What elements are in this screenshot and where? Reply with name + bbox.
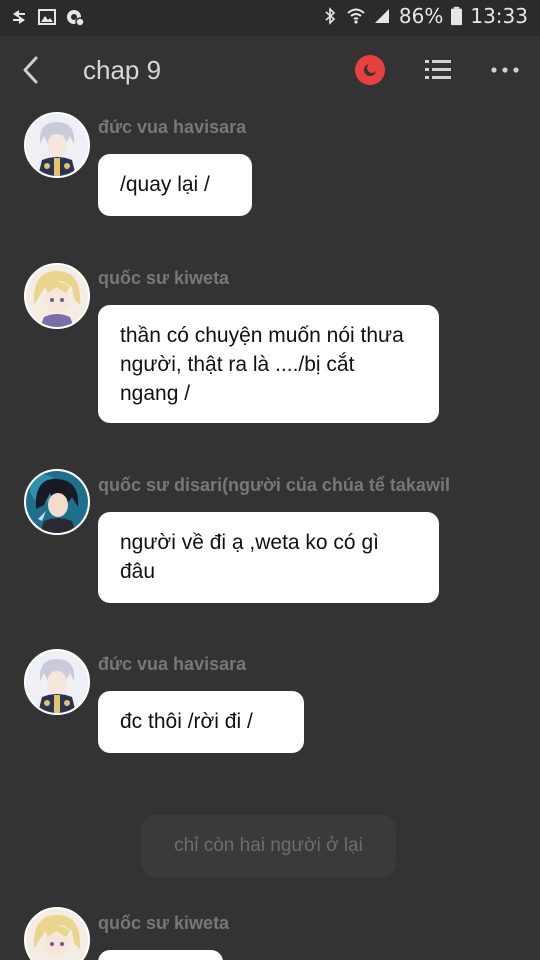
sender-name: quốc sư kiweta bbox=[98, 268, 230, 288]
record-icon bbox=[364, 63, 377, 76]
sender-name: đức vua havisara bbox=[98, 117, 247, 137]
avatar[interactable] bbox=[24, 649, 90, 715]
page-title: chap 9 bbox=[83, 55, 162, 85]
message-bubble[interactable] bbox=[98, 950, 223, 960]
more-options-icon[interactable] bbox=[490, 56, 520, 84]
image-icon bbox=[38, 9, 56, 25]
record-button[interactable] bbox=[355, 55, 385, 85]
sender-name: đức vua havisara bbox=[98, 654, 247, 674]
avatar[interactable] bbox=[24, 263, 90, 329]
status-right-icons: 86% 13:33 bbox=[321, 4, 528, 28]
avatar[interactable] bbox=[24, 112, 90, 178]
clock: 13:33 bbox=[470, 4, 528, 28]
signal-icon bbox=[374, 9, 389, 23]
bluetooth-icon bbox=[325, 7, 336, 25]
white-hair-king-avatar-icon bbox=[26, 651, 88, 713]
avatar[interactable] bbox=[24, 907, 90, 960]
battery-icon bbox=[451, 6, 463, 26]
sender-name: quốc sư kiweta bbox=[98, 913, 230, 933]
data-sync-icon bbox=[13, 10, 25, 24]
message-bubble[interactable]: đc thôi /rời đi / bbox=[98, 691, 304, 753]
avatar[interactable] bbox=[24, 469, 90, 535]
settings-notification-icon bbox=[67, 10, 84, 26]
chevron-left-icon bbox=[23, 56, 38, 84]
status-bar: 86% 13:33 bbox=[0, 0, 540, 36]
back-button[interactable] bbox=[12, 52, 48, 88]
message-bubble[interactable]: người về đi ạ ,weta ko có gì đâu bbox=[98, 512, 439, 603]
app-bar: chap 9 bbox=[0, 36, 540, 104]
system-message: chỉ còn hai người ở lại bbox=[141, 815, 396, 877]
blonde-avatar-icon bbox=[26, 909, 88, 960]
message-bubble[interactable]: /quay lại / bbox=[98, 154, 252, 216]
wifi-icon bbox=[347, 8, 365, 24]
status-left-icons bbox=[10, 8, 84, 26]
message-bubble[interactable]: thần có chuyện muốn nói thưa người, thật… bbox=[98, 305, 439, 423]
list-icon[interactable] bbox=[424, 56, 452, 84]
white-hair-king-avatar-icon bbox=[26, 114, 88, 176]
sender-name: quốc sư disari(người của chúa tể takawil bbox=[98, 475, 450, 495]
blonde-avatar-icon bbox=[26, 265, 88, 327]
dark-hair-avatar-icon bbox=[26, 471, 88, 533]
battery-percentage: 86% bbox=[398, 4, 444, 28]
